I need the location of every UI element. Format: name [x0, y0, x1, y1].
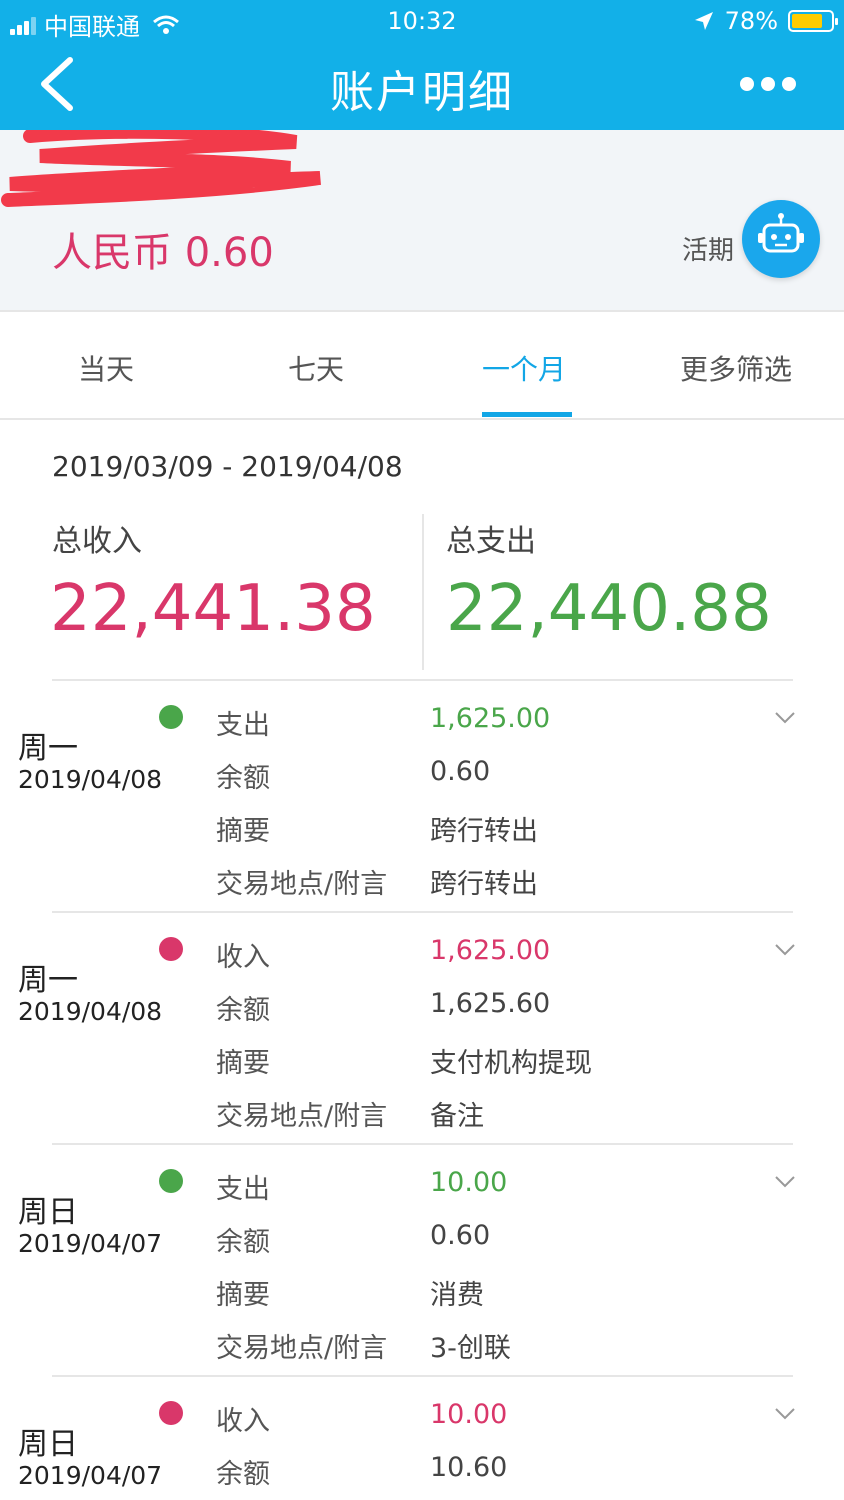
txn-balance-label: 余额: [216, 763, 270, 794]
chevron-down-icon[interactable]: [774, 711, 796, 725]
total-income-value: 22,441.38: [50, 572, 376, 646]
account-balance: 人民币 0.60: [52, 230, 274, 276]
chevron-down-icon[interactable]: [774, 943, 796, 957]
tab-seven-days[interactable]: 七天: [288, 348, 344, 388]
battery-percent: 78%: [724, 7, 778, 35]
period-tabs: 当天 七天 一个月 更多筛选: [0, 310, 844, 420]
expense-dot-icon: [159, 1169, 183, 1193]
account-type-label: 活期: [682, 236, 735, 266]
row-divider: [52, 679, 793, 681]
total-expense-label: 总支出: [446, 524, 536, 559]
redaction-scribble: [1, 130, 321, 207]
expense-dot-icon: [159, 705, 183, 729]
txn-summary: 跨行转出: [430, 816, 538, 847]
tab-today[interactable]: 当天: [78, 348, 134, 388]
txn-type-label: 收入: [216, 1406, 270, 1437]
txn-balance: 1,625.60: [430, 988, 551, 1019]
txn-location-label: 交易地点/附言: [216, 1101, 388, 1132]
income-dot-icon: [159, 937, 183, 961]
income-dot-icon: [159, 1401, 183, 1425]
date-range: 2019/03/09 - 2019/04/08: [52, 450, 403, 483]
transaction-item[interactable]: 周日 2019/04/07 收入 10.00 余额 10.60: [0, 1375, 844, 1500]
txn-balance-label: 余额: [216, 1459, 270, 1490]
txn-summary-label: 摘要: [216, 816, 270, 847]
txn-amount: 10.00: [430, 1167, 508, 1198]
txn-amount: 10.00: [430, 1399, 508, 1430]
txn-summary: 支付机构提现: [430, 1048, 592, 1079]
txn-date: 2019/04/08: [18, 997, 163, 1026]
txn-summary-label: 摘要: [216, 1048, 270, 1079]
txn-weekday: 周一: [18, 963, 78, 998]
txn-location-label: 交易地点/附言: [216, 1333, 388, 1364]
location-arrow-icon: [694, 12, 713, 30]
txn-amount: 1,625.00: [430, 935, 551, 966]
row-divider: [52, 1375, 793, 1377]
txn-date: 2019/04/07: [18, 1461, 163, 1490]
txn-type-label: 支出: [216, 710, 270, 741]
txn-location: 3-创联: [430, 1333, 511, 1364]
txn-summary-label: 摘要: [216, 1280, 270, 1311]
transaction-item[interactable]: 周一 2019/04/08 收入 1,625.00 余额 1,625.60 摘要…: [0, 911, 844, 1143]
txn-weekday: 周日: [18, 1427, 78, 1462]
txn-type-label: 收入: [216, 942, 270, 973]
txn-location: 跨行转出: [430, 869, 538, 900]
account-section: 人民币 0.60 活期: [0, 130, 844, 310]
row-divider: [52, 1143, 793, 1145]
summary-divider: [422, 514, 424, 670]
txn-balance-label: 余额: [216, 1227, 270, 1258]
robot-glyph: [758, 213, 804, 253]
txn-weekday: 周日: [18, 1195, 78, 1230]
chevron-down-icon[interactable]: [774, 1407, 796, 1421]
status-right: 78%: [693, 7, 838, 35]
battery-fill: [792, 14, 822, 28]
active-tab-indicator: [482, 412, 572, 417]
txn-balance: 10.60: [430, 1452, 508, 1483]
transaction-item[interactable]: 周一 2019/04/08 支出 1,625.00 余额 0.60 摘要 跨行转…: [0, 679, 844, 911]
txn-summary: 消费: [430, 1280, 484, 1311]
txn-location-label: 交易地点/附言: [216, 869, 388, 900]
txn-balance: 0.60: [430, 756, 491, 787]
txn-balance-label: 余额: [216, 995, 270, 1026]
txn-amount: 1,625.00: [430, 703, 551, 734]
total-income-label: 总收入: [52, 524, 142, 559]
txn-type-label: 支出: [216, 1174, 270, 1205]
txn-balance: 0.60: [430, 1220, 491, 1251]
transaction-item[interactable]: 周日 2019/04/07 支出 10.00 余额 0.60 摘要 消费 交易地…: [0, 1143, 844, 1375]
total-expense-value: 22,440.88: [446, 572, 772, 646]
txn-date: 2019/04/08: [18, 765, 163, 794]
tab-more-filters[interactable]: 更多筛选: [680, 348, 792, 388]
app-header: 中国联通 10:32 78% 账户明细: [0, 0, 844, 130]
more-dots-icon[interactable]: [740, 72, 796, 96]
battery-icon: [788, 10, 838, 32]
page-title: 账户明细: [330, 67, 514, 118]
row-divider: [52, 911, 793, 913]
txn-weekday: 周一: [18, 731, 78, 766]
txn-date: 2019/04/07: [18, 1229, 163, 1258]
chevron-down-icon[interactable]: [774, 1175, 796, 1189]
robot-icon[interactable]: [742, 200, 820, 278]
txn-location: 备注: [430, 1101, 484, 1132]
tab-one-month[interactable]: 一个月: [482, 348, 566, 388]
status-bar: 中国联通 10:32 78%: [0, 0, 844, 44]
